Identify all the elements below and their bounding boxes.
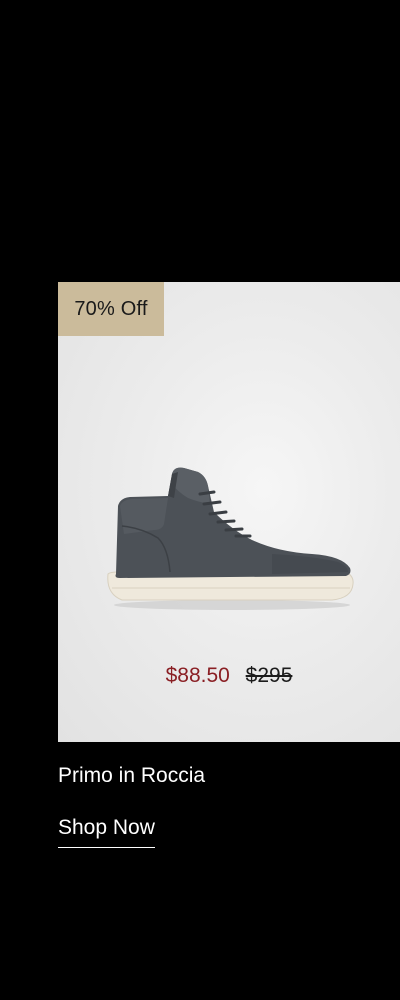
product-image[interactable] — [102, 464, 358, 614]
sale-price: $88.50 — [165, 664, 230, 687]
shop-now-link[interactable]: Shop Now — [58, 816, 155, 848]
price-row: $88.50 $295 — [58, 664, 400, 688]
original-price: $295 — [245, 664, 293, 687]
page: 70% Off $88.50 $295 Primo in Roccia Shop… — [0, 0, 400, 1000]
discount-badge: 70% Off — [58, 282, 164, 336]
product-name[interactable]: Primo in Roccia — [58, 764, 205, 788]
product-card[interactable]: 70% Off $88.50 $295 — [58, 282, 400, 742]
